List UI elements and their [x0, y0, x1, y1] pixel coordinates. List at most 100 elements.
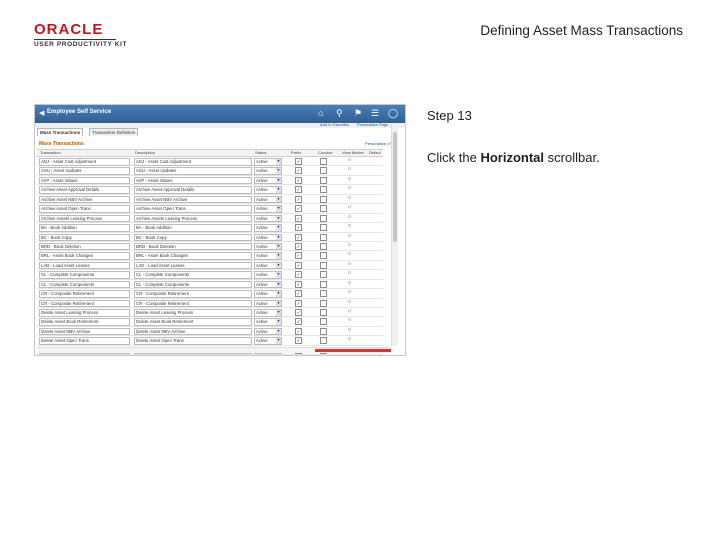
transaction-field[interactable]: CL - Complete Components	[39, 280, 130, 289]
concise-checkbox[interactable]	[320, 318, 327, 326]
view-mode-icon[interactable]: ☼	[347, 166, 352, 172]
status-select[interactable]: Active ▼	[254, 252, 282, 260]
description-field[interactable]: Delete Asset Open Trans	[134, 337, 252, 345]
tab-mass-transactions[interactable]: Mass Transactions	[37, 128, 84, 136]
view-mode-icon[interactable]: ☼	[347, 214, 352, 220]
table-row[interactable]: ADJ - Asset Cost Adjustment ADJ - Asset C…	[37, 157, 383, 167]
tab-transaction-definition[interactable]: Transaction Definition	[89, 128, 139, 136]
view-mode-icon[interactable]: ☼	[347, 327, 352, 333]
prefix-checkbox[interactable]: ✓	[295, 327, 302, 335]
transaction-field[interactable]: Archive Asset NBV Archive	[39, 195, 130, 204]
status-select[interactable]: Active ▼	[254, 205, 282, 213]
description-field[interactable]: Archive Asset Open Trans	[134, 205, 252, 213]
prefix-checkbox[interactable]: ✓	[295, 290, 302, 298]
description-field[interactable]: CR - Composite Retirement	[134, 299, 252, 308]
view-mode-icon[interactable]: ☼	[347, 176, 352, 182]
prefix-checkbox[interactable]: ✓	[295, 195, 302, 203]
table-row[interactable]: Delete Asset Leasing Process Delete Asset…	[37, 308, 383, 318]
view-mode-icon[interactable]: ☼	[347, 223, 352, 229]
view-mode-icon[interactable]: ☼	[347, 261, 352, 267]
transaction-field[interactable]: BA - Book Addition	[39, 224, 130, 232]
status-select[interactable]: Active ▼	[254, 271, 282, 279]
concise-checkbox[interactable]	[320, 242, 327, 250]
home-icon[interactable]: ⌂	[318, 108, 323, 118]
vertical-scrollbar[interactable]	[391, 124, 398, 346]
status-select[interactable]: Active ▼	[254, 214, 282, 223]
prefix-checkbox[interactable]: ✓	[295, 214, 302, 222]
concise-checkbox[interactable]	[320, 205, 327, 213]
view-mode-icon[interactable]: ☼	[347, 242, 352, 248]
status-select[interactable]: Active ▼	[254, 290, 282, 298]
prefix-checkbox[interactable]: ✓	[295, 261, 302, 269]
concise-checkbox[interactable]	[320, 233, 327, 241]
view-mode-icon[interactable]: ☼	[347, 185, 352, 191]
status-select[interactable]: Active ▼	[254, 224, 282, 232]
concise-checkbox[interactable]	[320, 337, 327, 345]
transaction-field[interactable]: AVP - Asset Values	[39, 176, 130, 185]
table-row[interactable]: CL - Complete Components CL - Complete Co…	[37, 270, 383, 280]
description-field[interactable]: ASU - Asset Updates	[134, 167, 252, 175]
concise-checkbox[interactable]	[320, 167, 327, 175]
table-row[interactable]: Delete Asset NBV Archive Delete Asset NBV…	[37, 327, 383, 337]
description-field[interactable]: Delete Asset Leasing Process	[134, 309, 252, 317]
concise-checkbox[interactable]	[320, 327, 327, 335]
view-mode-icon[interactable]: ☼	[347, 233, 352, 239]
transaction-field[interactable]: BC - Book Copy	[39, 233, 130, 241]
concise-checkbox[interactable]	[320, 252, 327, 260]
prefix-checkbox[interactable]: ✓	[295, 167, 302, 175]
prefix-checkbox[interactable]: ✓	[295, 158, 302, 165]
personalize-page-link[interactable]: Personalize Page	[357, 122, 388, 127]
concise-checkbox[interactable]	[320, 176, 327, 184]
status-select[interactable]: Active ▼	[254, 176, 282, 185]
table-row[interactable]: BRL - Asset Book Changes BRL - Asset Book…	[37, 251, 383, 261]
description-field[interactable]: Archive Assets Leasing Process	[134, 214, 252, 223]
table-row[interactable]: Archive Asset Open Trans Archive Asset Op…	[37, 204, 383, 214]
transaction-field[interactable]: CR - Composite Retirement	[39, 299, 130, 308]
search-icon[interactable]: ⚲	[336, 108, 343, 118]
transaction-field[interactable]: Delete Asset Open Trans	[39, 337, 130, 345]
table-row[interactable]: Delete Asset Book Retirement Delete Asset…	[37, 317, 383, 327]
transaction-field[interactable]: LAD - Load Asset Leases	[39, 261, 130, 270]
prefix-checkbox[interactable]: ✓	[295, 224, 302, 232]
status-select[interactable]: Active ▼	[254, 233, 282, 241]
prefix-checkbox[interactable]: ✓	[295, 309, 302, 316]
status-select[interactable]: Active ▼	[254, 327, 282, 336]
transaction-field[interactable]: Delete Asset Book Retirement	[39, 318, 130, 326]
description-field[interactable]: Delete Asset Book Retirement	[134, 318, 252, 326]
status-select[interactable]: Active ▼	[254, 242, 282, 251]
transaction-field[interactable]: Archive Asset Approval Details	[39, 186, 130, 194]
table-row[interactable]: ASU - Asset Updates ASU - Asset Updates Ac…	[37, 166, 383, 176]
description-field[interactable]: ADJ - Asset Cost Adjustment	[134, 158, 252, 166]
transaction-field[interactable]: Delete Asset Leasing Process	[39, 309, 130, 317]
transaction-field[interactable]: Archive Assets Leasing Process	[39, 214, 130, 223]
add-to-favorites-link[interactable]: Add to Favorites	[320, 122, 349, 127]
status-select[interactable]: Active ▼	[254, 337, 282, 345]
concise-checkbox[interactable]	[320, 261, 327, 269]
description-field[interactable]: LAD - Load Asset Leases	[134, 261, 252, 270]
prefix-checkbox[interactable]: ✓	[295, 299, 302, 307]
prefix-checkbox[interactable]: ✓	[295, 318, 302, 326]
description-field[interactable]: CL - Complete Components	[134, 280, 252, 289]
view-mode-icon[interactable]: ☼	[347, 336, 352, 342]
table-row[interactable]: Archive Asset Approval Details Archive As…	[37, 185, 383, 195]
description-field[interactable]: Delete Asset NBV Archive	[134, 327, 252, 336]
description-field[interactable]: Archive Asset Approval Details	[134, 186, 252, 194]
view-mode-icon[interactable]: ☼	[347, 157, 352, 163]
concise-checkbox[interactable]	[320, 186, 327, 194]
transaction-field[interactable]: Delete Asset NBV Archive	[39, 327, 130, 336]
view-mode-icon[interactable]: ☼	[347, 289, 352, 295]
nav-icon[interactable]: ◯	[388, 108, 398, 118]
transaction-field[interactable]: ASU - Asset Updates	[39, 167, 130, 175]
concise-checkbox[interactable]	[320, 271, 327, 279]
back-arrow-icon[interactable]: ◀	[39, 109, 44, 117]
concise-checkbox[interactable]	[320, 195, 327, 203]
concise-checkbox[interactable]	[320, 280, 327, 288]
prefix-checkbox[interactable]: ✓	[295, 233, 302, 241]
prefix-checkbox[interactable]: ✓	[295, 186, 302, 194]
view-mode-icon[interactable]: ☼	[347, 299, 352, 305]
transaction-field[interactable]: CR - Composite Retirement	[39, 290, 130, 298]
prefix-checkbox[interactable]: ✓	[295, 242, 302, 250]
view-mode-icon[interactable]: ☼	[347, 280, 352, 286]
concise-checkbox[interactable]	[320, 224, 327, 232]
description-field[interactable]: Archive Asset NBV Archive	[134, 195, 252, 204]
